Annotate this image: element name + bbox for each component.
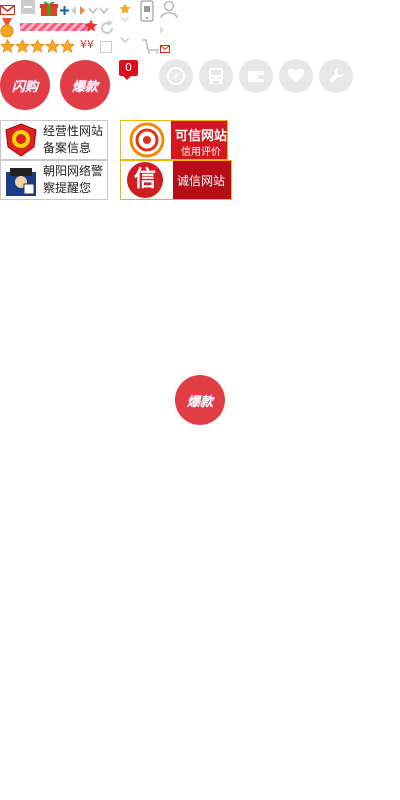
heart-icon[interactable] bbox=[279, 59, 313, 93]
certificate-line: 朝阳网络警 bbox=[43, 164, 104, 178]
gift-icon bbox=[40, 0, 58, 17]
mail-icon bbox=[160, 38, 170, 53]
certificate-line: 备案信息 bbox=[43, 141, 92, 155]
police-icon bbox=[6, 168, 36, 196]
refresh-icon[interactable] bbox=[99, 20, 115, 36]
arrow-right-icon[interactable] bbox=[80, 0, 86, 15]
honest-website-badge[interactable]: 信 诚信网站 bbox=[120, 160, 232, 200]
checkbox-icon[interactable] bbox=[100, 41, 112, 53]
certificate-line: 察提醒您 bbox=[43, 181, 92, 195]
compass-icon[interactable] bbox=[159, 59, 193, 93]
bus-icon[interactable] bbox=[199, 59, 233, 93]
minus-icon bbox=[21, 0, 35, 14]
arrow-left-icon[interactable] bbox=[71, 0, 77, 15]
cart-icon[interactable] bbox=[142, 38, 162, 54]
mail-icon bbox=[0, 0, 15, 15]
user-icon[interactable] bbox=[160, 0, 178, 19]
flash-sale-badge[interactable]: 闪购 bbox=[0, 60, 50, 110]
rating-stars bbox=[0, 38, 78, 54]
emblem-icon bbox=[5, 123, 37, 157]
credible-website-badge[interactable]: 可信网站 信用评价 bbox=[120, 120, 228, 160]
chevron-down-icon bbox=[120, 16, 130, 46]
wrench-icon[interactable] bbox=[319, 59, 353, 93]
credible-title: 可信网站 bbox=[175, 129, 228, 144]
honest-title: 诚信网站 bbox=[177, 174, 226, 188]
phone-qr-icon bbox=[140, 0, 154, 22]
chevron-down-icon[interactable] bbox=[88, 0, 110, 15]
honest-glyph-icon: 信 bbox=[127, 162, 163, 198]
certificate-line: 经营性网站 bbox=[43, 124, 104, 138]
plus-icon bbox=[60, 0, 69, 15]
arrow-right-icon bbox=[160, 19, 165, 34]
message-count-badge: 0 bbox=[119, 60, 138, 80]
police-notice-badge[interactable]: 朝阳网络警 察提醒您 bbox=[0, 160, 108, 200]
business-website-filing-badge[interactable]: 经营性网站 备案信息 bbox=[0, 120, 108, 160]
hot-item-badge[interactable]: 爆款 bbox=[60, 60, 110, 110]
progress-bar bbox=[20, 19, 98, 32]
credible-subtitle: 信用评价 bbox=[181, 147, 221, 158]
currency-symbols: ¥¥ bbox=[80, 38, 94, 51]
star-icon bbox=[119, 0, 131, 14]
credible-logo-icon bbox=[129, 122, 165, 158]
medal-icon bbox=[0, 18, 14, 38]
hot-item-badge[interactable]: 爆款 bbox=[175, 375, 225, 425]
wallet-icon[interactable] bbox=[239, 59, 273, 93]
